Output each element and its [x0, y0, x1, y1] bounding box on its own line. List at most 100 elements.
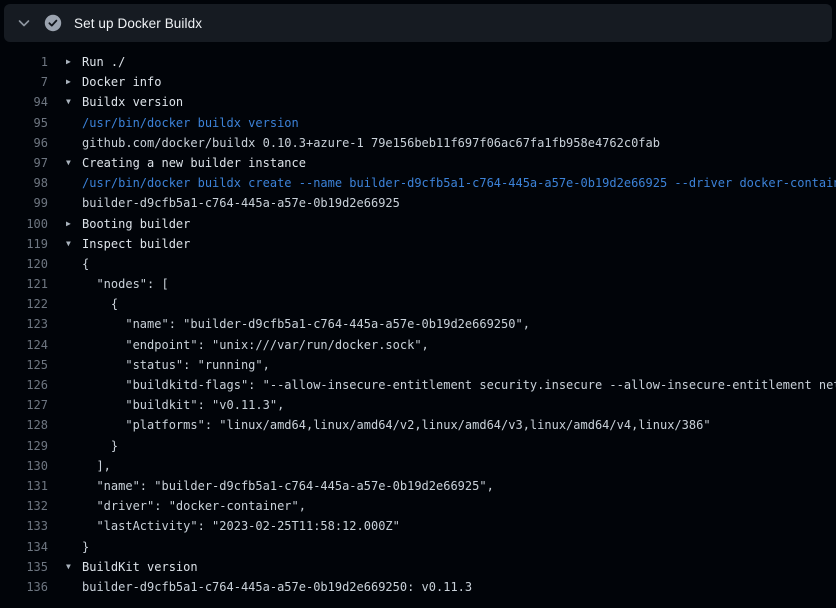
log-line: 133 "lastActivity": "2023-02-25T11:58:12…: [0, 516, 836, 536]
line-number[interactable]: 133: [0, 516, 48, 536]
log-line: 95/usr/bin/docker buildx version: [0, 113, 836, 133]
log-line: 124 "endpoint": "unix:///var/run/docker.…: [0, 335, 836, 355]
log-line[interactable]: 94 ▼Buildx version: [0, 92, 836, 112]
chevron-right-icon[interactable]: ▶: [66, 72, 82, 92]
line-number[interactable]: 132: [0, 496, 48, 516]
line-number[interactable]: 128: [0, 415, 48, 435]
log-line: 96 github.com/docker/buildx 0.10.3+azure-…: [0, 133, 836, 153]
step-title: Set up Docker Buildx: [74, 16, 202, 31]
log-line: 131 "name": "builder-d9cfb5a1-c764-445a-…: [0, 476, 836, 496]
gutter-spacer: [66, 516, 82, 536]
gutter-spacer: [66, 456, 82, 476]
log-line[interactable]: 135 ▼BuildKit version: [0, 557, 836, 577]
line-number[interactable]: 98: [0, 173, 48, 193]
output-text: "name": "builder-d9cfb5a1-c764-445a-a57e…: [82, 314, 530, 334]
gutter-spacer: [66, 314, 82, 334]
output-text: "buildkit": "v0.11.3",: [82, 395, 284, 415]
output-text: "endpoint": "unix:///var/run/docker.sock…: [82, 335, 429, 355]
gutter-spacer: [66, 335, 82, 355]
log-line: 122 {: [0, 294, 836, 314]
log-line[interactable]: 119 ▼Inspect builder: [0, 234, 836, 254]
line-number[interactable]: 127: [0, 395, 48, 415]
log-line: 126 "buildkitd-flags": "--allow-insecure…: [0, 375, 836, 395]
log-line[interactable]: 1 ▶Run ./: [0, 52, 836, 72]
check-circle-icon: [44, 14, 62, 32]
output-text: "buildkitd-flags": "--allow-insecure-ent…: [82, 375, 836, 395]
log-viewer: 1▶Run ./7▶Docker info94▼Buildx version95…: [0, 42, 836, 597]
output-text: builder-d9cfb5a1-c764-445a-a57e-0b19d2e6…: [82, 577, 472, 597]
gutter-spacer: [66, 395, 82, 415]
chevron-down-icon[interactable]: ▼: [66, 153, 82, 173]
line-number[interactable]: 1: [0, 52, 48, 72]
line-number[interactable]: 134: [0, 537, 48, 557]
line-number[interactable]: 7: [0, 72, 48, 92]
command-text: /usr/bin/docker buildx create --name bui…: [82, 173, 836, 193]
line-number[interactable]: 124: [0, 335, 48, 355]
chevron-right-icon[interactable]: ▶: [66, 214, 82, 234]
output-text: }: [82, 537, 89, 557]
line-number[interactable]: 122: [0, 294, 48, 314]
log-line: 130 ],: [0, 456, 836, 476]
log-line: 98/usr/bin/docker buildx create --name b…: [0, 173, 836, 193]
gutter-spacer: [66, 375, 82, 395]
log-line[interactable]: 7 ▶Docker info: [0, 72, 836, 92]
output-text: "platforms": "linux/amd64,linux/amd64/v2…: [82, 415, 711, 435]
output-text: github.com/docker/buildx 0.10.3+azure-1 …: [82, 133, 660, 153]
chevron-down-icon[interactable]: ▼: [66, 557, 82, 577]
log-line: 134}: [0, 537, 836, 557]
line-number[interactable]: 95: [0, 113, 48, 133]
gutter-spacer: [66, 415, 82, 435]
log-line: 129 }: [0, 436, 836, 456]
group-title[interactable]: Booting builder: [82, 214, 190, 234]
output-text: ],: [82, 456, 111, 476]
gutter-spacer: [66, 274, 82, 294]
output-text: builder-d9cfb5a1-c764-445a-a57e-0b19d2e6…: [82, 193, 400, 213]
group-title[interactable]: Docker info: [82, 72, 161, 92]
output-text: "name": "builder-d9cfb5a1-c764-445a-a57e…: [82, 476, 494, 496]
log-line: 125 "status": "running",: [0, 355, 836, 375]
line-number[interactable]: 120: [0, 254, 48, 274]
gutter-spacer: [66, 133, 82, 153]
line-number[interactable]: 96: [0, 133, 48, 153]
log-line: 99 builder-d9cfb5a1-c764-445a-a57e-0b19d2…: [0, 193, 836, 213]
group-title[interactable]: BuildKit version: [82, 557, 198, 577]
group-title[interactable]: Run ./: [82, 52, 125, 72]
output-text: {: [82, 254, 89, 274]
chevron-down-icon[interactable]: ▼: [66, 92, 82, 112]
log-line: 121 "nodes": [: [0, 274, 836, 294]
group-title[interactable]: Buildx version: [82, 92, 183, 112]
log-line: 128 "platforms": "linux/amd64,linux/amd6…: [0, 415, 836, 435]
line-number[interactable]: 130: [0, 456, 48, 476]
group-title[interactable]: Inspect builder: [82, 234, 190, 254]
step-header[interactable]: Set up Docker Buildx: [4, 4, 832, 42]
line-number[interactable]: 119: [0, 234, 48, 254]
group-title[interactable]: Creating a new builder instance: [82, 153, 306, 173]
line-number[interactable]: 123: [0, 314, 48, 334]
line-number[interactable]: 99: [0, 193, 48, 213]
chevron-right-icon[interactable]: ▶: [66, 52, 82, 72]
line-number[interactable]: 97: [0, 153, 48, 173]
log-line[interactable]: 97 ▼Creating a new builder instance: [0, 153, 836, 173]
line-number[interactable]: 135: [0, 557, 48, 577]
log-line[interactable]: 100 ▶Booting builder: [0, 214, 836, 234]
line-number[interactable]: 121: [0, 274, 48, 294]
line-number[interactable]: 125: [0, 355, 48, 375]
output-text: "nodes": [: [82, 274, 169, 294]
output-text: "status": "running",: [82, 355, 270, 375]
line-number[interactable]: 131: [0, 476, 48, 496]
chevron-down-icon[interactable]: ▼: [66, 234, 82, 254]
log-line: 120 {: [0, 254, 836, 274]
log-line: 136 builder-d9cfb5a1-c764-445a-a57e-0b19d…: [0, 577, 836, 597]
gutter-spacer: [66, 436, 82, 456]
line-number[interactable]: 129: [0, 436, 48, 456]
command-text: /usr/bin/docker buildx version: [82, 113, 299, 133]
gutter-spacer: [66, 496, 82, 516]
line-number[interactable]: 100: [0, 214, 48, 234]
chevron-down-icon[interactable]: [16, 15, 32, 31]
line-number[interactable]: 126: [0, 375, 48, 395]
output-text: }: [82, 436, 118, 456]
gutter-spacer: [66, 355, 82, 375]
line-number[interactable]: 136: [0, 577, 48, 597]
gutter-spacer: [66, 254, 82, 274]
line-number[interactable]: 94: [0, 92, 48, 112]
